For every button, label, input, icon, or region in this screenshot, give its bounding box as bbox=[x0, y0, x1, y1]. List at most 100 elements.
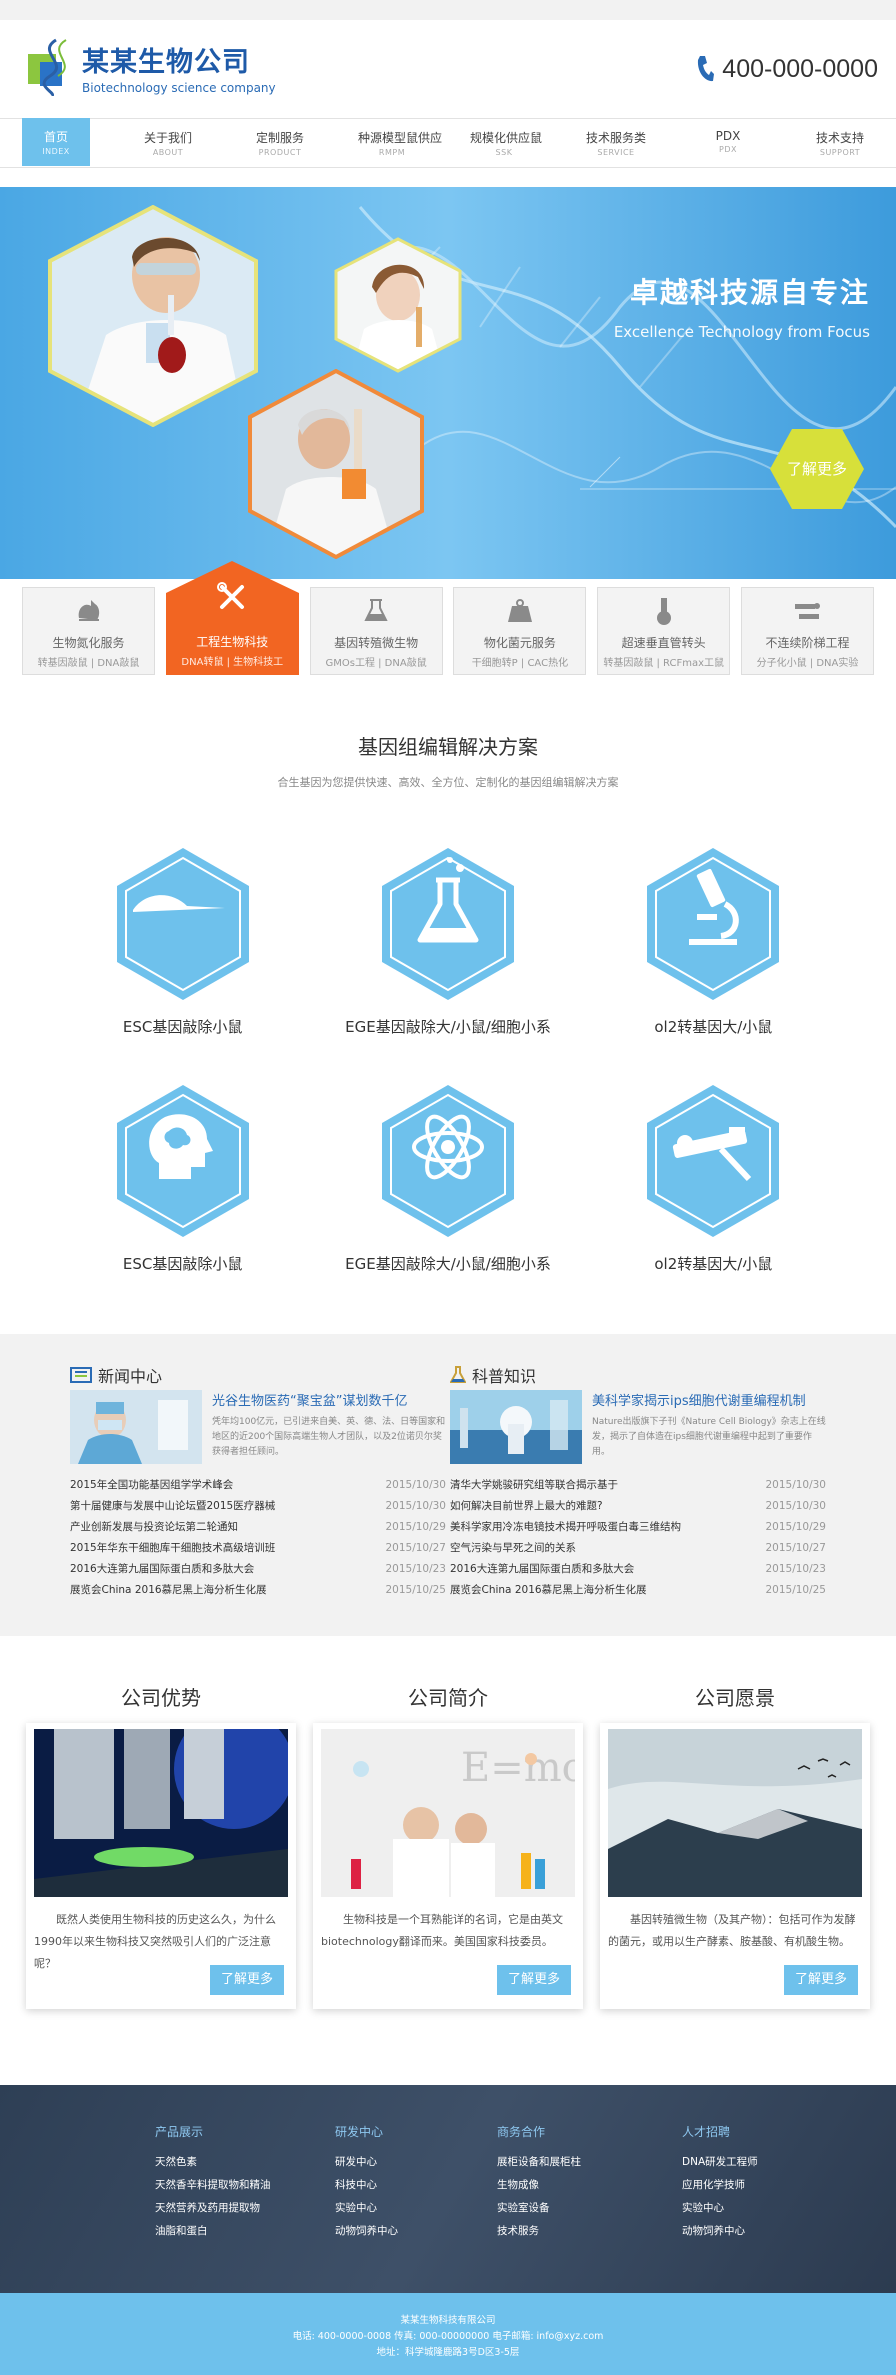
service-item-3[interactable]: 基因转殖微生物 GMOs工程 | DNA敲鼠 bbox=[309, 587, 443, 675]
footer-link[interactable]: 天然香辛料提取物和精油 bbox=[155, 2177, 335, 2200]
footer-column-title[interactable]: 研发中心 bbox=[335, 2123, 497, 2140]
science-thumbnail[interactable] bbox=[450, 1390, 582, 1464]
footer-link[interactable]: 天然色素 bbox=[155, 2154, 335, 2177]
list-item-date: 2015/10/25 bbox=[385, 1583, 446, 1596]
solution-item-1[interactable]: ESC基因敲除小鼠 bbox=[50, 846, 315, 1037]
footer-link[interactable]: 科技中心 bbox=[335, 2177, 497, 2200]
footer-link[interactable]: 研发中心 bbox=[335, 2154, 497, 2177]
about-card-1: 公司优势 既然人类使用生物科技的历史这么久，为什么1990年以来生物科技又突然吸引… bbox=[26, 1682, 296, 2009]
nav-item-pdx[interactable]: PDX PDX bbox=[694, 119, 762, 167]
mouse-icon bbox=[73, 596, 105, 629]
logo[interactable]: 某某生物公司 Biotechnology science company bbox=[26, 38, 276, 98]
footer-link[interactable]: 天然营养及药用提取物 bbox=[155, 2200, 335, 2223]
about-more-button[interactable]: 了解更多 bbox=[210, 1965, 284, 1995]
list-item-title[interactable]: 2016大连第九届国际蛋白质和多肽大会 bbox=[450, 1561, 634, 1576]
scientist-photo-2 bbox=[334, 237, 462, 373]
service-item-1[interactable]: 生物氮化服务 转基因敲鼠 | DNA敲鼠 bbox=[22, 587, 155, 675]
service-item-5[interactable]: 超速垂直管转头转基因敲鼠 | RCFmax工鼠 bbox=[597, 587, 731, 675]
footer-link[interactable]: DNA研发工程师 bbox=[682, 2154, 862, 2177]
list-item-title[interactable]: 产业创新发展与投资论坛第二轮通知 bbox=[70, 1519, 238, 1534]
solution-item-6[interactable]: ol2转基因大/小鼠 bbox=[581, 1083, 846, 1274]
list-item[interactable]: 展览会China 2016慕尼黑上海分析生化展 2015/10/25 bbox=[450, 1579, 826, 1600]
service-label: 不连续阶梯工程 bbox=[765, 636, 850, 650]
logo-icon bbox=[26, 38, 74, 98]
list-item-title[interactable]: 美科学家用冷冻电镜技术揭开呼吸蛋白毒三维结构 bbox=[450, 1519, 681, 1534]
svg-text:E=mc²: E=mc² bbox=[461, 1745, 575, 1791]
solution-item-4[interactable]: ESC基因敲除小鼠 bbox=[50, 1083, 315, 1274]
footer-link[interactable]: 动物饲养中心 bbox=[682, 2223, 862, 2246]
list-item[interactable]: 空气污染与早死之间的关系 2015/10/27 bbox=[450, 1537, 826, 1558]
list-item[interactable]: 2016大连第九届国际蛋白质和多肽大会 2015/10/23 bbox=[70, 1558, 446, 1579]
service-strip: 生物氮化服务 转基因敲鼠 | DNA敲鼠 工程生物科技 DNA转鼠 | 生物科技工 基因… bbox=[0, 561, 896, 689]
solutions-subtitle: 合生基因为您提供快速、高效、全方位、定制化的基因组编辑解决方案 bbox=[277, 776, 619, 789]
list-item-title[interactable]: 2016大连第九届国际蛋白质和多肽大会 bbox=[70, 1561, 254, 1576]
solution-label: ESC基因敲除小鼠 bbox=[122, 1018, 243, 1036]
service-sub: 转基因敲鼠 | RCFmax工鼠 bbox=[603, 658, 725, 669]
list-item[interactable]: 第十届健康与发展中山论坛暨2015医疗器械 2015/10/30 bbox=[70, 1495, 446, 1516]
solution-item-3[interactable]: ol2转基因大/小鼠 bbox=[581, 846, 846, 1037]
list-item[interactable]: 产业创新发展与投资论坛第二轮通知 2015/10/29 bbox=[70, 1516, 446, 1537]
footer-link[interactable]: 技术服务 bbox=[497, 2223, 682, 2246]
list-item-date: 2015/10/23 bbox=[385, 1562, 446, 1575]
list-item-title[interactable]: 空气污染与早死之间的关系 bbox=[450, 1540, 576, 1555]
flask-icon bbox=[315, 846, 580, 1002]
nav-item-ssk[interactable]: 规模化供应鼠 SSK bbox=[470, 119, 542, 167]
service-label: 超速垂直管转头 bbox=[621, 636, 706, 650]
list-item[interactable]: 2015年华东干细胞库干细胞技术高级培训班 2015/10/27 bbox=[70, 1537, 446, 1558]
footer-link[interactable]: 展柜设备和展柜柱 bbox=[497, 2154, 682, 2177]
list-item-title[interactable]: 展览会China 2016慕尼黑上海分析生化展 bbox=[450, 1582, 647, 1597]
footer-link[interactable]: 实验室设备 bbox=[497, 2200, 682, 2223]
news-featured-title[interactable]: 光谷生物医药“聚宝盆”谋划数千亿 bbox=[212, 1390, 446, 1409]
list-item-title[interactable]: 如何解决目前世界上最大的难题? bbox=[450, 1498, 603, 1513]
list-item-title[interactable]: 2015年全国功能基因组学学术峰会 bbox=[70, 1477, 233, 1492]
footer-link[interactable]: 实验中心 bbox=[682, 2200, 862, 2223]
footer-link[interactable]: 生物成像 bbox=[497, 2177, 682, 2200]
nav-label: PDX bbox=[715, 129, 741, 143]
science-featured-title[interactable]: 美科学家揭示ips细胞代谢重编程机制 bbox=[592, 1390, 826, 1409]
news-section: 新闻中心 光谷生物医药“聚宝盆”谋划数千亿 凭年均100亿元，已引进来自美、英、… bbox=[0, 1334, 896, 1636]
banner-more-button[interactable]: 了解更多 bbox=[768, 427, 866, 511]
solution-item-5[interactable]: EGE基因敲除大/小鼠/细胞小系 bbox=[315, 1083, 580, 1274]
news-list: 2015年全国功能基因组学学术峰会 2015/10/30 第十届健康与发展中山论坛暨… bbox=[70, 1474, 446, 1600]
service-item-6[interactable]: 不连续阶梯工程 分子化小鼠 | DNA实验 bbox=[740, 587, 874, 675]
footer-column-title[interactable]: 产品展示 bbox=[155, 2123, 335, 2140]
list-item-title[interactable]: 第十届健康与发展中山论坛暨2015医疗器械 bbox=[70, 1498, 275, 1513]
list-item[interactable]: 2016大连第九届国际蛋白质和多肽大会 2015/10/23 bbox=[450, 1558, 826, 1579]
service-item-4[interactable]: 物化菌元服务 干细胞转P | CAC热化 bbox=[453, 587, 587, 675]
about-card-3: 公司愿景 基因转殖微生物（及其产物）：包括可作为发酵的菌元，或用以生产酵素、胺基酸… bbox=[600, 1682, 870, 2009]
nav-item-index[interactable]: 首页 INDEX bbox=[22, 118, 90, 166]
list-item-title[interactable]: 2015年华东干细胞库干细胞技术高级培训班 bbox=[70, 1540, 275, 1555]
nav-item-product[interactable]: 定制服务 PRODUCT bbox=[246, 119, 314, 167]
list-item-date: 2015/10/25 bbox=[765, 1583, 826, 1596]
solution-item-2[interactable]: EGE基因敲除大/小鼠/细胞小系 bbox=[315, 846, 580, 1037]
service-label: 工程生物科技 bbox=[196, 635, 269, 649]
list-item-date: 2015/10/23 bbox=[765, 1562, 826, 1575]
nav-label-en: PDX bbox=[719, 145, 737, 154]
news-thumbnail[interactable] bbox=[70, 1390, 202, 1464]
atom-icon bbox=[315, 1083, 580, 1239]
footer-column-title[interactable]: 商务合作 bbox=[497, 2123, 682, 2140]
list-item[interactable]: 清华大学姚骏研究组等联合揭示基于 2015/10/30 bbox=[450, 1474, 826, 1495]
nav-item-about[interactable]: 关于我们 ABOUT bbox=[134, 119, 202, 167]
footer-link[interactable]: 动物饲养中心 bbox=[335, 2223, 497, 2246]
nav-item-rmpm[interactable]: 种源模型鼠供应 RMPM bbox=[358, 119, 442, 167]
science-featured[interactable]: 美科学家揭示ips细胞代谢重编程机制 Nature出版旗下子刊《Nature C… bbox=[450, 1390, 826, 1464]
nav-item-service[interactable]: 技术服务类 SERVICE bbox=[582, 119, 650, 167]
list-item-title[interactable]: 展览会China 2016慕尼黑上海分析生化展 bbox=[70, 1582, 267, 1597]
footer-link[interactable]: 实验中心 bbox=[335, 2200, 497, 2223]
about-more-button[interactable]: 了解更多 bbox=[497, 1965, 571, 1995]
footer-column-2: 研发中心 研发中心 科技中心 实验中心 动物饲养中心 bbox=[335, 2123, 497, 2293]
service-item-2[interactable]: 工程生物科技 DNA转鼠 | 生物科技工 bbox=[165, 561, 299, 675]
list-item-date: 2015/10/30 bbox=[385, 1478, 446, 1491]
footer-link[interactable]: 应用化学技师 bbox=[682, 2177, 862, 2200]
nav-item-support[interactable]: 技术支持 SUPPORT bbox=[806, 119, 874, 167]
list-item[interactable]: 美科学家用冷冻电镜技术揭开呼吸蛋白毒三维结构 2015/10/29 bbox=[450, 1516, 826, 1537]
news-featured[interactable]: 光谷生物医药“聚宝盆”谋划数千亿 凭年均100亿元，已引进来自美、英、德、法、日… bbox=[70, 1390, 446, 1464]
list-item[interactable]: 2015年全国功能基因组学学术峰会 2015/10/30 bbox=[70, 1474, 446, 1495]
about-more-button[interactable]: 了解更多 bbox=[784, 1965, 858, 1995]
footer-link[interactable]: 油脂和蛋白 bbox=[155, 2223, 335, 2246]
list-item[interactable]: 如何解决目前世界上最大的难题? 2015/10/30 bbox=[450, 1495, 826, 1516]
footer-column-title[interactable]: 人才招聘 bbox=[682, 2123, 862, 2140]
list-item[interactable]: 展览会China 2016慕尼黑上海分析生化展 2015/10/25 bbox=[70, 1579, 446, 1600]
list-item-title[interactable]: 清华大学姚骏研究组等联合揭示基于 bbox=[450, 1477, 618, 1492]
